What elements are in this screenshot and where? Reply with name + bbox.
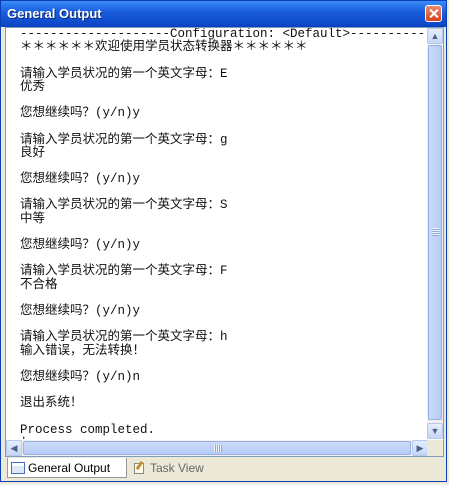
output-line: 退出系统！ [20,396,83,411]
output-line: 输入错误，无法转换！ [20,343,146,358]
bottom-tab-bar: General Output Task View [5,458,444,480]
output-line: 不合格 [20,277,58,292]
vertical-scroll-thumb[interactable] [428,45,442,420]
window-title: General Output [7,6,102,21]
tab-label: Task View [150,461,204,475]
output-line: 请输入学员状况的第一个英文字母：g [20,132,228,147]
tab-label: General Output [28,460,111,475]
tab-general-output[interactable]: General Output [7,458,127,478]
arrow-right-icon[interactable]: ▶ [412,440,428,456]
output-line: Process completed. [20,422,156,437]
output-line: ＊＊＊＊＊＊欢迎使用学员状态转换器＊＊＊＊＊＊ [20,40,308,55]
horizontal-scrollbar[interactable]: ◀ ▶ [6,440,428,456]
close-icon[interactable] [425,5,442,22]
output-line: 请输入学员状况的第一个英文字母：E [20,66,228,81]
output-panel: --------------------Configuration: <Defa… [5,27,444,457]
title-bar[interactable]: General Output [1,1,446,27]
arrow-up-icon[interactable]: ▲ [427,28,443,44]
vertical-scrollbar[interactable]: ▲ ▼ [427,28,443,439]
output-window: General Output --------------------Confi… [0,0,447,482]
output-line: | [20,436,428,439]
output-line: 良好 [20,145,46,160]
output-text-area[interactable]: --------------------Configuration: <Defa… [6,28,428,439]
output-line: 您想继续吗？(y/n)y [20,303,141,318]
horizontal-scroll-thumb[interactable] [23,441,411,455]
output-line: 请输入学员状况的第一个英文字母：F [20,264,228,279]
output-line: 请输入学员状况的第一个英文字母：S [20,198,228,213]
output-lines: --------------------Configuration: <Defa… [6,28,428,439]
arrow-left-icon[interactable]: ◀ [6,440,22,456]
output-line: 中等 [20,211,46,226]
output-line: 您想继续吗？(y/n)y [20,172,141,187]
scrollbar-corner [427,440,443,456]
task-pencil-icon [133,461,147,475]
arrow-down-icon[interactable]: ▼ [427,423,443,439]
output-line: 您想继续吗？(y/n)y [20,106,141,121]
output-line: 您想继续吗？(y/n)n [20,369,141,384]
output-line: 优秀 [20,79,46,94]
output-line: 您想继续吗？(y/n)y [20,238,141,252]
output-line: 请输入学员状况的第一个英文字母：h [20,330,228,345]
grip-icon [214,445,222,452]
tab-task-view[interactable]: Task View [130,458,216,478]
grip-icon [432,228,439,236]
output-window-icon [11,461,25,474]
